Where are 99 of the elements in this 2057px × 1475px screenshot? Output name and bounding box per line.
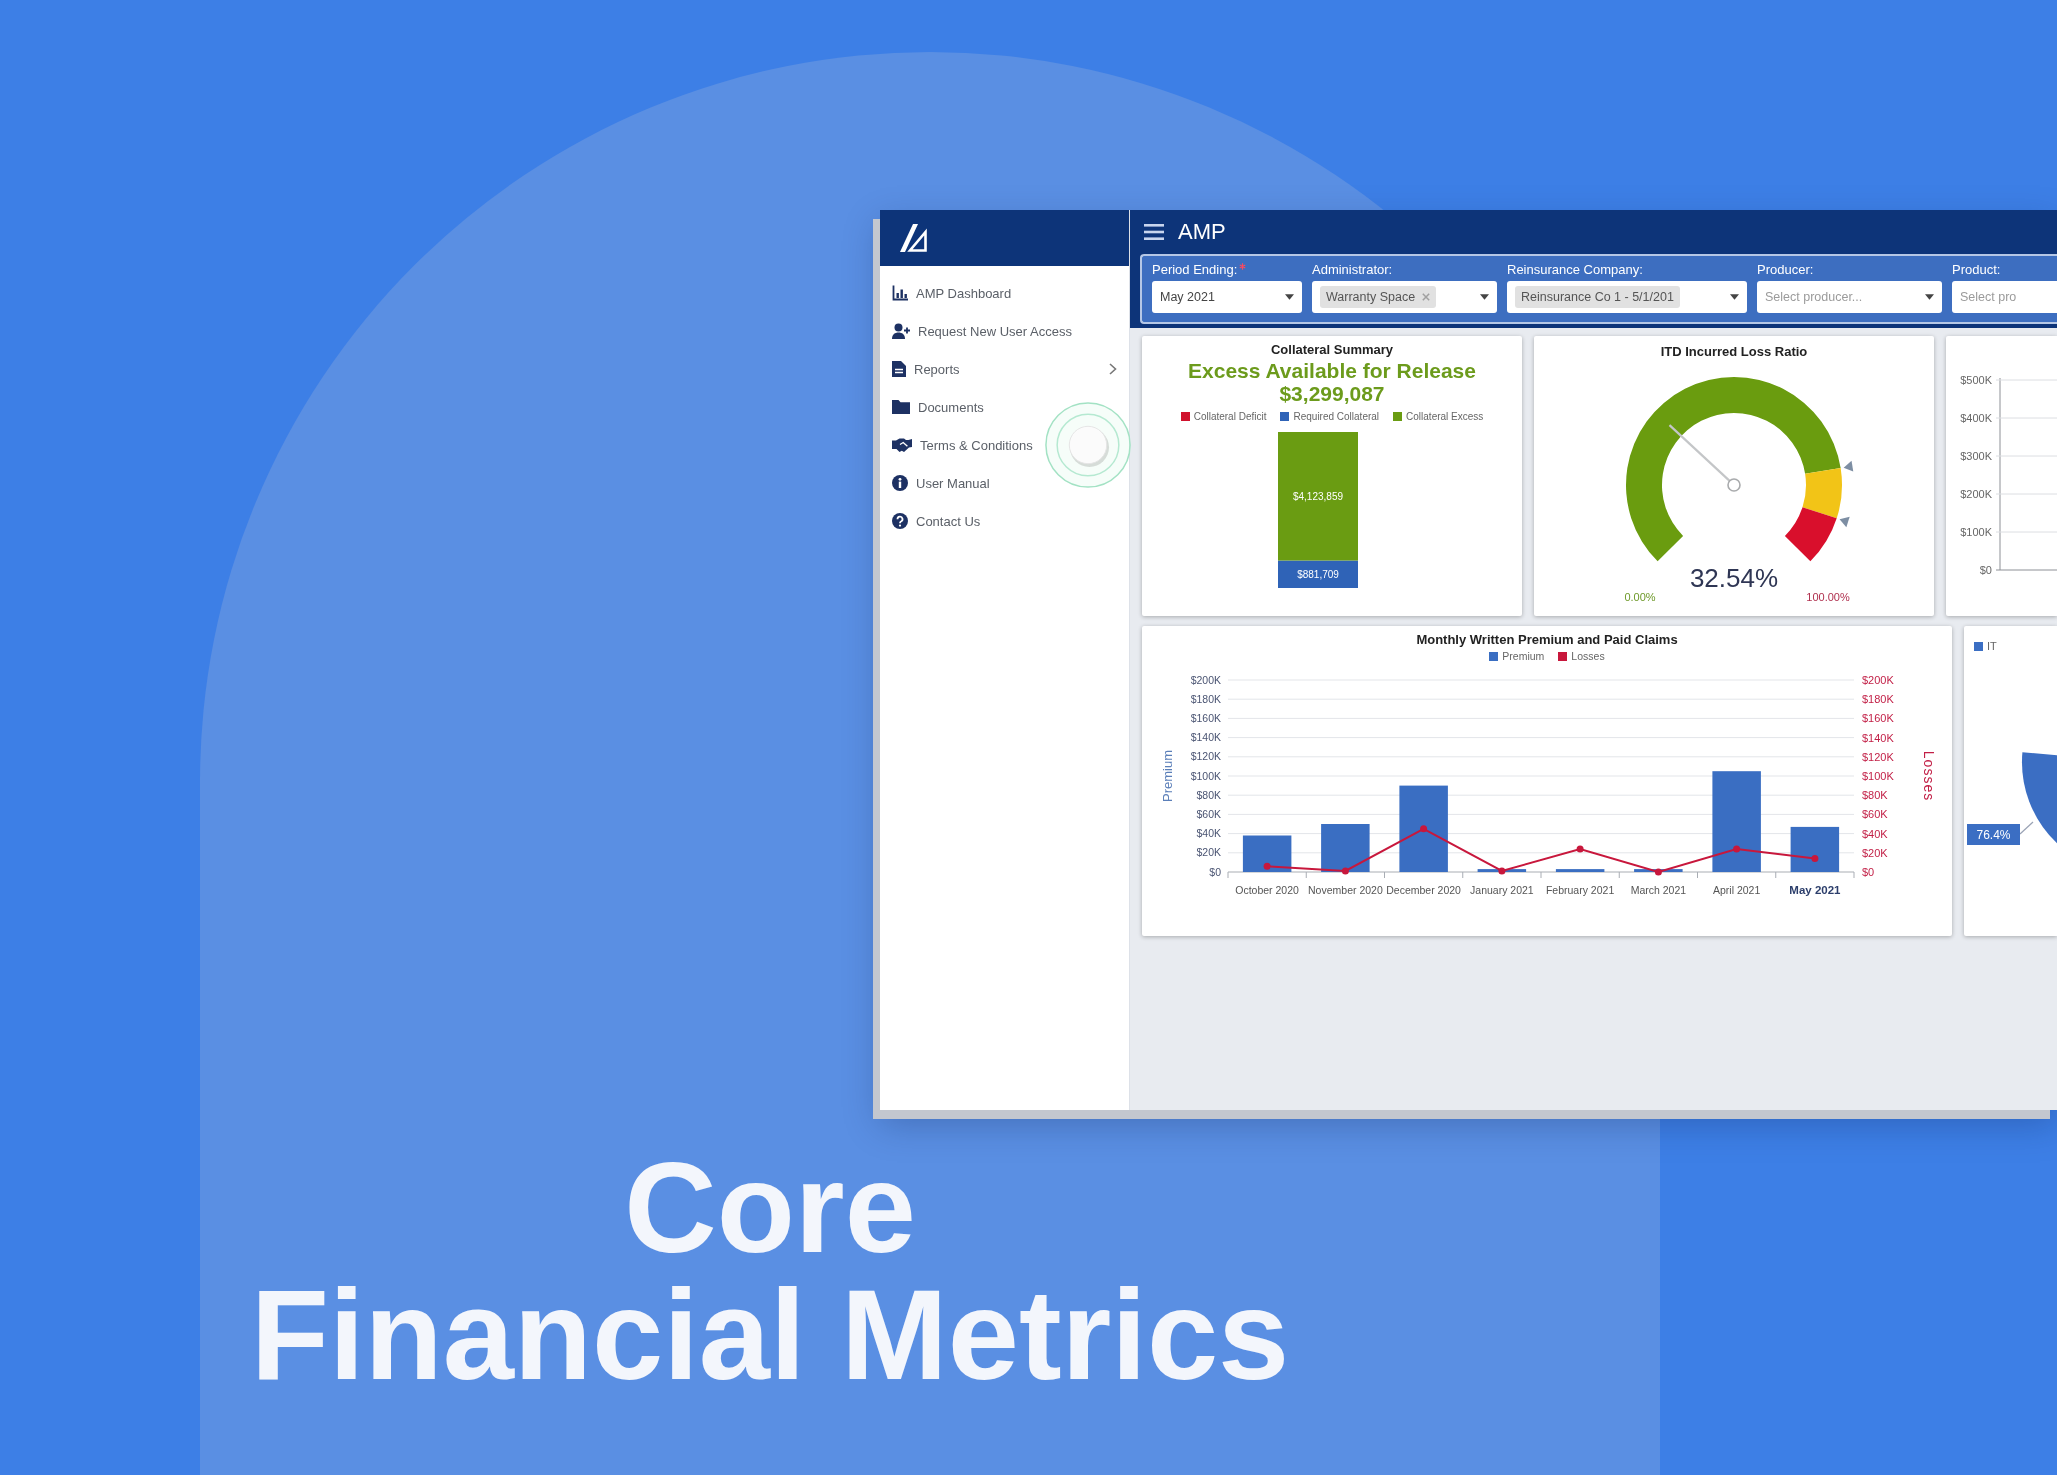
data-label: 76.4% [1967,824,2020,845]
field-label: Administrator: [1312,262,1393,277]
axis-label: $200K [1960,488,1992,500]
axis-title: Premium [1160,750,1175,802]
folder-icon [892,400,910,414]
logo-icon [898,223,928,253]
legend-label: Collateral Excess [1406,411,1484,423]
axis-label: $500K [1960,374,1992,386]
data-point [1263,862,1271,870]
axis-label: $100K [1960,526,1992,538]
selected-chip[interactable]: Reinsurance Co 1 - 5/1/201 [1515,286,1680,308]
threshold-marker-icon [1839,516,1850,528]
chart-bar [1555,869,1605,872]
legend-label: Losses [1571,650,1605,662]
sidebar-item[interactable]: Contact Us [880,502,993,540]
card-title: ITD Incurred Loss Ratio [1660,344,1808,359]
category-label: October 2020 [1235,884,1299,896]
axis-label: $40K [1862,827,1888,840]
category-label: April 2021 [1712,884,1761,896]
axis-label: $40K [1196,827,1221,840]
chart-title: Monthly Written Premium and Paid Claims [1416,632,1678,647]
axis-label: $20K [1196,846,1221,859]
axis-label: $60K [1862,808,1888,821]
data-point [1341,867,1349,875]
info-icon [892,475,908,491]
field-label: Reinsurance Company: [1507,262,1643,277]
bar-chart-icon [892,285,908,301]
category-label: February 2021 [1545,884,1615,896]
axis-label: $100K [1862,770,1894,782]
axis-label: $80K [1196,788,1221,801]
axis-label: $0 [1209,865,1221,878]
selected-chip[interactable]: Warranty Space [1320,286,1437,308]
category-label: January 2021 [1470,884,1534,896]
headline: Financial Metrics [250,1271,1290,1398]
data-point [1654,868,1662,876]
axis-label: $200K [1862,674,1894,686]
axis-label: $180K [1862,693,1894,706]
axis-label: $100K [1190,769,1221,782]
card-title: Collateral Summary [1270,342,1394,357]
axis-label: $0 [1979,564,1992,576]
axis-label: $80K [1862,789,1888,802]
dropdown[interactable]: May 2021 [1152,281,1302,313]
data-point [1576,845,1584,853]
legend-label: Collateral Deficit [1193,411,1267,423]
category-label: March 2021 [1630,884,1687,896]
sidebar-item[interactable]: User Manual [880,464,1002,502]
dropdown[interactable]: Warranty Space [1312,281,1497,313]
data-point [1733,845,1741,853]
axis-title: Losses [1921,750,1937,802]
axis-label: $180K [1190,692,1221,705]
sidebar-item[interactable]: Terms & Conditions [880,426,1045,464]
field-label: Producer: [1757,262,1814,277]
axis-label: $300K [1960,450,1992,462]
axis-label: $0 [1862,866,1875,878]
threshold-marker-icon [1843,460,1854,472]
chart-bar [1242,835,1292,872]
menu-icon[interactable] [1144,224,1164,240]
data-label: $881,709 [1297,568,1339,580]
sidebar-item[interactable]: AMP Dashboard [880,274,1024,312]
document-icon [892,361,906,377]
data-point [1811,855,1819,863]
gauge-min-label: 0.00% [1624,591,1656,603]
dropdown[interactable]: Reinsurance Co 1 - 5/1/201 [1507,281,1747,313]
axis-label: $20K [1862,846,1888,859]
gauge-value: 32.54% [1689,563,1779,593]
data-point [1498,867,1506,875]
category-label: May 2021 [1789,884,1841,896]
data-point [1420,825,1428,833]
field-label: Period Ending: [1152,262,1238,277]
amount-text: $3,299,087 [1279,382,1385,406]
leader-line [2019,821,2034,835]
highlight-text: Excess Available for Release [1188,359,1476,383]
axis-label: $140K [1862,731,1894,744]
app-title: AMP [1178,219,1226,245]
gauge-max-label: 100.00% [1806,591,1850,603]
legend-label: Premium [1502,650,1545,662]
legend-label: IT [1987,640,1997,652]
axis-label: $160K [1190,711,1221,724]
sidebar-item[interactable]: Request New User Access [880,312,1084,350]
axis-label: $60K [1196,807,1221,820]
legend-label: Required Collateral [1293,411,1380,423]
axis-label: $120K [1862,750,1894,763]
user-add-icon [892,323,910,339]
field-label: Product: [1952,262,2001,277]
category-label: December 2020 [1386,884,1461,896]
handshake-icon [892,438,912,452]
help-icon [892,513,908,529]
axis-label: $160K [1862,712,1894,725]
category-label: November 2020 [1308,884,1383,896]
chart-bar [1790,826,1840,872]
sidebar-item[interactable]: Reports [880,350,1129,388]
axis-label: $400K [1960,412,1992,424]
headline: Core [624,1144,916,1271]
axis-label: $200K [1190,673,1221,686]
data-label: $4,123,859 [1292,490,1344,502]
chart-bar [1321,824,1370,872]
sidebar-item[interactable]: Documents [880,388,996,426]
axis-label: $140K [1190,731,1221,744]
axis-label: $120K [1190,750,1221,763]
